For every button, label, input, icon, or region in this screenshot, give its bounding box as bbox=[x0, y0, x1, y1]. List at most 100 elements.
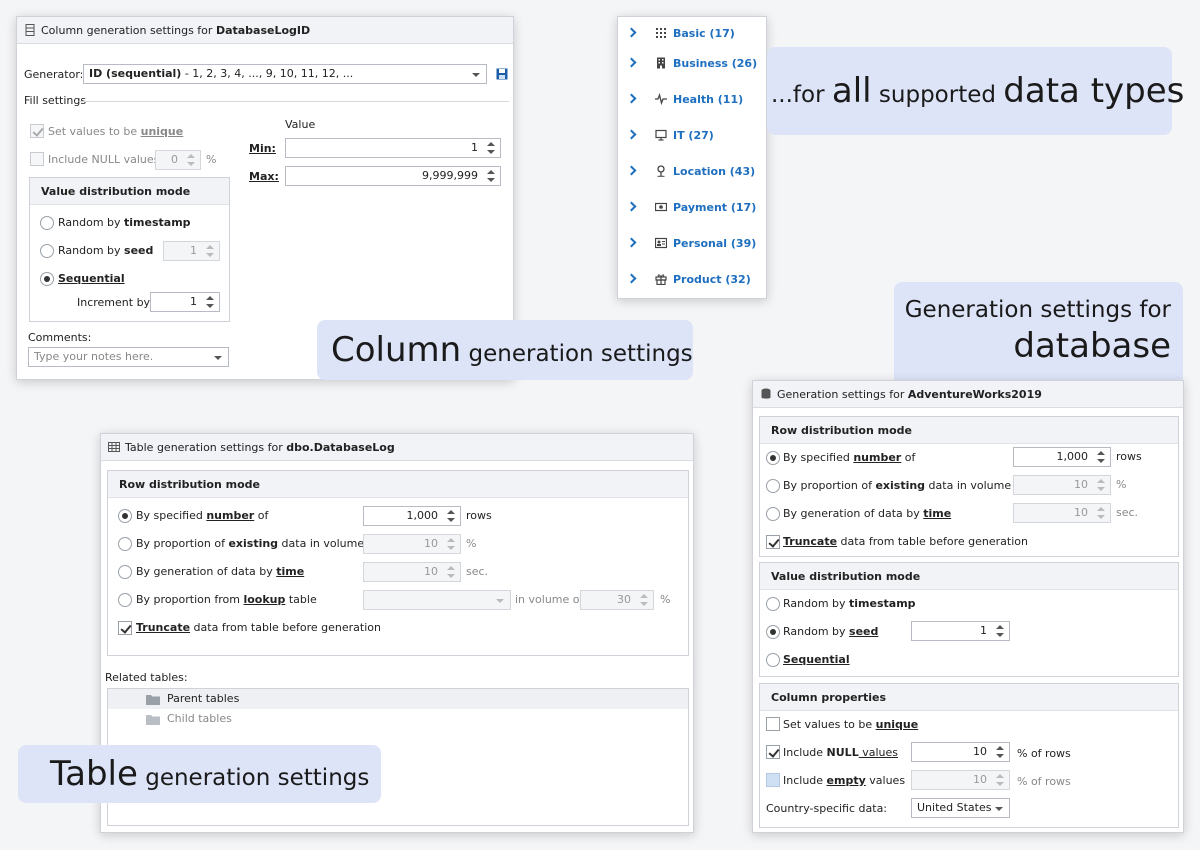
db-truncate-label: Truncate data from table before generati… bbox=[783, 535, 1028, 548]
time-unit: sec. bbox=[466, 565, 489, 578]
database-icon bbox=[761, 388, 771, 399]
chevron-right-icon bbox=[626, 129, 637, 140]
by-proportion-radio[interactable] bbox=[118, 537, 132, 551]
category-label: Location (43) bbox=[673, 165, 756, 178]
db-null-stepper[interactable]: 10 bbox=[911, 742, 1010, 762]
gift-icon bbox=[655, 274, 667, 285]
db-column-properties-group: Column properties Set values to be uniqu… bbox=[759, 683, 1179, 828]
db-country-select[interactable]: United States bbox=[911, 798, 1010, 818]
sequential-label: Sequential bbox=[58, 272, 125, 285]
db-time-unit: sec. bbox=[1116, 506, 1139, 519]
db-include-empty-label: Include empty values bbox=[783, 774, 906, 787]
chevron-down-icon bbox=[214, 356, 222, 360]
db-by-number-radio[interactable] bbox=[766, 451, 780, 465]
comments-placeholder: Type your notes here. bbox=[34, 350, 154, 363]
db-unique-checkbox[interactable] bbox=[766, 717, 780, 731]
truncate-checkbox[interactable] bbox=[118, 621, 132, 635]
db-proportion-stepper[interactable]: 10 bbox=[1013, 475, 1111, 495]
increment-value: 1 bbox=[190, 295, 197, 308]
db-include-null-label: Include NULL values bbox=[783, 746, 898, 759]
db-by-proportion-label: By proportion of existing data in volume… bbox=[783, 479, 1026, 492]
time-stepper[interactable]: 10 bbox=[363, 562, 461, 582]
category-basic[interactable]: Basic (17) bbox=[626, 24, 735, 44]
max-stepper[interactable]: 9,999,999 bbox=[285, 166, 501, 186]
include-null-checkbox[interactable] bbox=[30, 152, 44, 166]
min-stepper[interactable]: 1 bbox=[285, 138, 501, 158]
category-label: IT (27) bbox=[673, 129, 714, 142]
db-by-time-radio[interactable] bbox=[766, 507, 780, 521]
rows-stepper[interactable]: 1,000 bbox=[363, 506, 461, 526]
chevron-down-icon bbox=[496, 599, 504, 603]
callout-database: Generation settings for database bbox=[894, 282, 1183, 382]
unique-prefix: Set values to be bbox=[48, 125, 141, 138]
category-business[interactable]: Business (26) bbox=[626, 54, 758, 74]
db-proportion-unit: % bbox=[1116, 478, 1127, 491]
category-location[interactable]: Location (43) bbox=[626, 162, 756, 182]
db-by-proportion-radio[interactable] bbox=[766, 479, 780, 493]
spinner-icon bbox=[446, 565, 456, 579]
database-settings-panel: Generation settings for AdventureWorks20… bbox=[752, 380, 1184, 833]
fill-settings-label: Fill settings bbox=[24, 94, 87, 107]
chevron-down-icon bbox=[472, 73, 480, 77]
rows-unit: rows bbox=[466, 509, 492, 522]
lookup-table-select[interactable] bbox=[363, 590, 511, 610]
random-seed-label: Random by seed bbox=[58, 244, 154, 257]
spinner-icon bbox=[205, 244, 215, 258]
save-icon[interactable] bbox=[496, 68, 508, 80]
db-rdm-title: Row distribution mode bbox=[760, 417, 1178, 444]
sequential-radio[interactable] bbox=[40, 272, 54, 286]
chevron-down-icon bbox=[995, 807, 1003, 811]
db-rows-stepper[interactable]: 1,000 bbox=[1013, 447, 1111, 467]
truncate-label: Truncate data from table before generati… bbox=[136, 621, 381, 634]
unique-checkbox[interactable] bbox=[30, 124, 44, 138]
increment-label: Increment by: bbox=[77, 296, 153, 309]
by-lookup-radio[interactable] bbox=[118, 593, 132, 607]
spinner-icon bbox=[1096, 506, 1106, 520]
folder-icon bbox=[146, 695, 160, 705]
db-colprops-title: Column properties bbox=[760, 684, 1178, 711]
chevron-right-icon bbox=[626, 201, 637, 212]
db-empty-unit: % of rows bbox=[1017, 775, 1071, 788]
by-time-radio[interactable] bbox=[118, 565, 132, 579]
spinner-icon bbox=[639, 593, 649, 607]
db-null-unit: % of rows bbox=[1017, 747, 1071, 760]
db-sequential-radio[interactable] bbox=[766, 653, 780, 667]
vdm-title: Value distribution mode bbox=[30, 178, 229, 205]
db-random-seed-radio[interactable] bbox=[766, 625, 780, 639]
spinner-icon bbox=[486, 169, 496, 183]
categories-panel: Basic (17) Business (26) Health (11) IT … bbox=[617, 16, 767, 299]
db-random-timestamp-radio[interactable] bbox=[766, 597, 780, 611]
child-tables-label: Child tables bbox=[167, 712, 232, 725]
null-pct-value: 0 bbox=[171, 153, 178, 166]
db-seed-stepper[interactable]: 1 bbox=[911, 621, 1010, 641]
in-volume-label: in volume of bbox=[515, 593, 584, 606]
seed-value: 1 bbox=[190, 244, 197, 257]
category-product[interactable]: Product (32) bbox=[626, 270, 751, 290]
comments-input[interactable]: Type your notes here. bbox=[28, 347, 229, 367]
category-health[interactable]: Health (11) bbox=[626, 90, 743, 110]
category-payment[interactable]: Payment (17) bbox=[626, 198, 757, 218]
db-truncate-checkbox[interactable] bbox=[766, 535, 780, 549]
category-label: Personal (39) bbox=[673, 237, 757, 250]
increment-stepper[interactable]: 1 bbox=[150, 292, 220, 312]
db-include-null-checkbox[interactable] bbox=[766, 745, 780, 759]
by-number-radio[interactable] bbox=[118, 509, 132, 523]
category-it[interactable]: IT (27) bbox=[626, 126, 714, 146]
db-empty-stepper[interactable]: 10 bbox=[911, 770, 1010, 790]
category-label: Business (26) bbox=[673, 57, 758, 70]
seed-stepper[interactable]: 1 bbox=[163, 241, 220, 261]
db-random-seed-label: Random by seed bbox=[783, 625, 879, 638]
generator-select[interactable]: ID (sequential) - 1, 2, 3, 4, ..., 9, 10… bbox=[83, 64, 487, 84]
column-title-prefix: Column generation settings for bbox=[41, 24, 216, 37]
db-time-stepper[interactable]: 10 bbox=[1013, 503, 1111, 523]
random-timestamp-radio[interactable] bbox=[40, 216, 54, 230]
lookup-volume-stepper[interactable]: 30 bbox=[580, 590, 654, 610]
category-label: Payment (17) bbox=[673, 201, 757, 214]
db-include-empty-checkbox[interactable] bbox=[766, 773, 780, 787]
category-personal[interactable]: Personal (39) bbox=[626, 234, 757, 254]
null-percent-stepper[interactable]: 0 bbox=[155, 150, 201, 170]
spinner-icon bbox=[446, 509, 456, 523]
id-card-icon bbox=[655, 237, 667, 249]
random-seed-radio[interactable] bbox=[40, 244, 54, 258]
proportion-stepper[interactable]: 10 bbox=[363, 534, 461, 554]
